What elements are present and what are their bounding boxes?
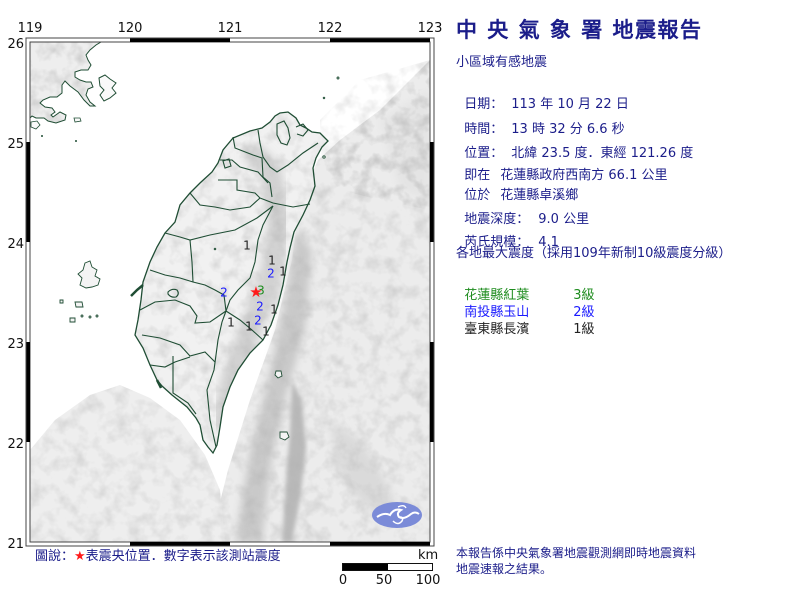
- station-intensity: 1: [279, 265, 287, 279]
- station-intensity: 1: [262, 325, 270, 339]
- lon-tick-label: 122: [317, 21, 343, 36]
- intensity-area: 臺東縣長濱: [464, 322, 530, 337]
- scale-bar: [342, 563, 433, 571]
- legend-prefix: 圖說：: [35, 549, 75, 564]
- station-intensity: 2: [254, 314, 262, 328]
- cwa-logo: [372, 502, 422, 528]
- scale-bar-fill: [343, 564, 388, 570]
- station-intensity: 1: [243, 239, 251, 253]
- station-intensity: 2: [256, 300, 264, 314]
- lon-tick-label: 121: [217, 21, 243, 36]
- lat-tick-label: 21: [7, 537, 24, 552]
- scale-label: 100: [415, 573, 441, 588]
- epicenter-star-icon: ★: [249, 283, 262, 301]
- lat-tick-label: 23: [7, 337, 24, 352]
- scale-label: 50: [375, 573, 393, 588]
- lat-tick-label: 26: [7, 37, 24, 52]
- lat-tick-label: 24: [7, 237, 24, 252]
- lon-tick-label: 120: [117, 21, 143, 36]
- lon-tick-label: 119: [17, 21, 43, 36]
- station-intensity: 1: [268, 254, 276, 268]
- report-subtitle: 小區域有感地震: [456, 55, 548, 70]
- intensity-grade: 1級: [573, 322, 595, 337]
- scale-unit: km: [418, 548, 439, 563]
- station-intensity: 1: [245, 320, 253, 334]
- lon-tick-label: 123: [417, 21, 443, 36]
- report-title: 中 央 氣 象 署 地震報告: [456, 18, 703, 42]
- station-intensity: 2: [220, 286, 228, 300]
- lat-tick-label: 22: [7, 437, 24, 452]
- epicenter-star-icon: ★: [74, 549, 86, 564]
- footnote-line: 地震速報之結果。: [456, 562, 553, 576]
- lat-tick-label: 25: [7, 137, 24, 152]
- station-intensity: 2: [267, 267, 275, 281]
- legend-text: 表震央位置．數字表示該測站震度: [85, 549, 281, 564]
- epicenter-layer: ★: [249, 283, 262, 301]
- intensity-row: 臺東縣長濱 1級: [456, 306, 595, 338]
- earthquake-map: 112 1322 121 1 1 ★: [25, 37, 435, 547]
- station-intensity: 1: [270, 303, 278, 317]
- footnote-line: 本報告係中央氣象署地震觀測網即時地震資料: [456, 546, 697, 560]
- max-intensity-heading: 各地最大震度（採用109年新制10級震度分級）: [456, 246, 732, 261]
- scale-label: 0: [338, 573, 348, 588]
- station-intensity: 1: [227, 316, 235, 330]
- map-area: 112 1322 121 1 1 ★: [30, 42, 430, 542]
- map-legend: 圖說：★表震央位置．數字表示該測站震度: [35, 549, 281, 565]
